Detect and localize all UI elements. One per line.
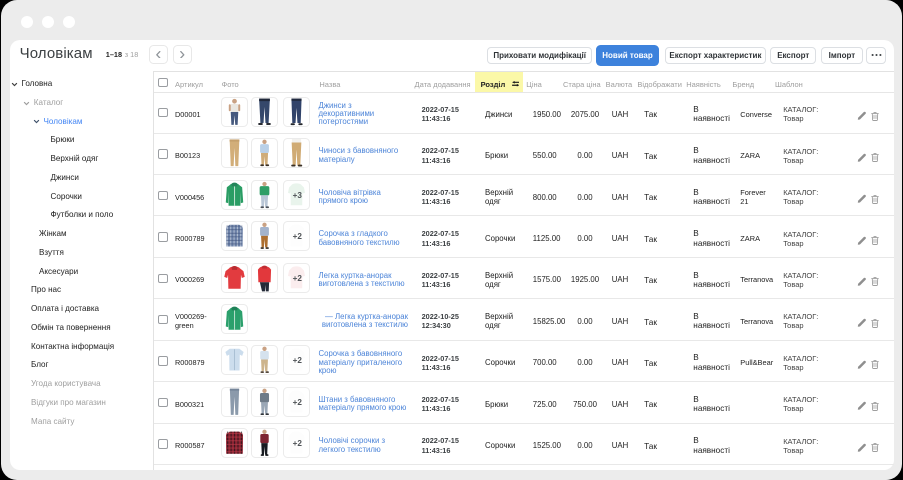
svg-text:+2: +2 [292, 232, 302, 241]
svg-text:+2: +2 [292, 356, 302, 365]
svg-text:+2: +2 [292, 274, 302, 283]
svg-text:+2: +2 [292, 439, 302, 448]
svg-text:+2: +2 [292, 398, 302, 407]
svg-text:+3: +3 [292, 191, 302, 200]
